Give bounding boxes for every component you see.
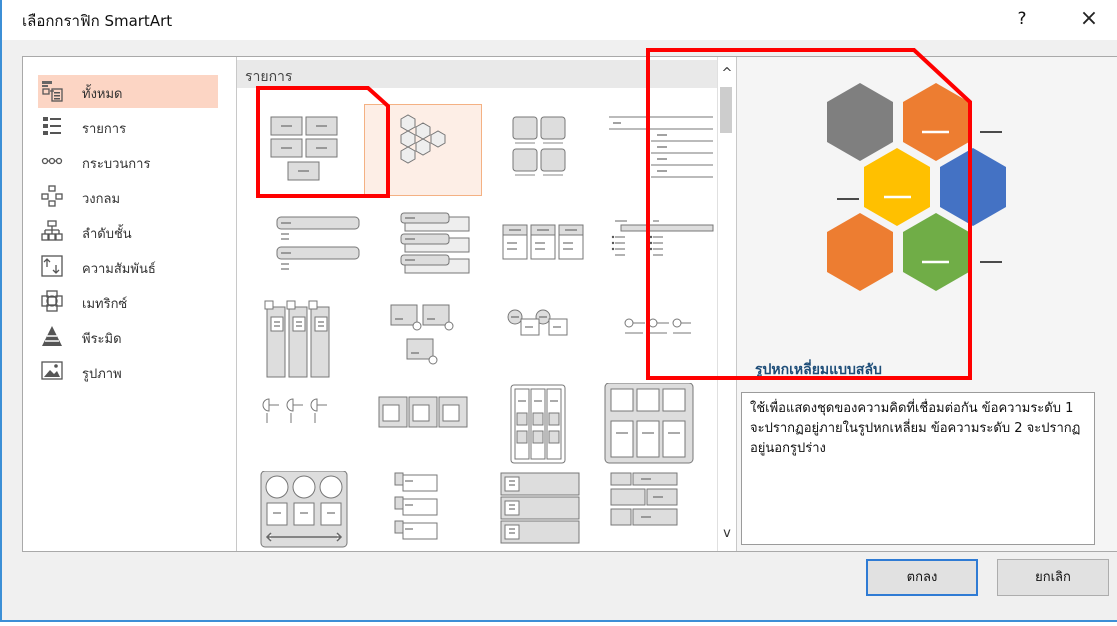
gallery-header-title: รายการ	[245, 69, 293, 85]
layout-tile-vertical-block-list[interactable]	[483, 471, 599, 561]
picture-caption-list-icon	[512, 116, 566, 176]
category-label: รายการ	[82, 122, 127, 137]
layout-gallery: รายการ	[237, 57, 717, 551]
help-button[interactable]: ?	[1010, 5, 1034, 33]
layout-tile-square-accent-list[interactable]	[247, 383, 363, 473]
layout-tile-stacked-list[interactable]	[483, 383, 599, 473]
category-label: วงกลม	[82, 192, 121, 207]
preview-pane: รูปหกเหลี่ยมแบบสลับ ใช้เพื่อแสดงชุดของคว…	[736, 57, 1117, 551]
vertical-bullet-list-icon	[276, 216, 360, 270]
scroll-thumb[interactable]	[720, 87, 732, 133]
category-list: ทั้งหมด รายการ กระบวนการ วงกลม ลำดับชั้น…	[23, 57, 237, 551]
layout-tile-process-arrows-list[interactable]	[247, 471, 363, 561]
hierarchy-list-icon	[611, 220, 714, 256]
category-item-hierarchy[interactable]: ลำดับชั้น	[38, 215, 218, 248]
category-label: ลำดับชั้น	[82, 227, 132, 242]
hierarchy-icon	[41, 220, 63, 241]
layout-tile-picture-accent-process[interactable]	[365, 383, 481, 473]
category-item-list[interactable]: รายการ	[38, 110, 218, 143]
process-arrows-list-icon	[260, 471, 348, 548]
list-icon	[43, 117, 61, 135]
all-icon	[42, 81, 63, 102]
layout-tile-picture-accent-blocks[interactable]	[365, 293, 481, 383]
matrix-icon	[41, 290, 63, 312]
square-accent-list-icon	[262, 398, 327, 423]
layout-tile-table-list[interactable]	[247, 293, 363, 383]
main-panel: ทั้งหมด รายการ กระบวนการ วงกลม ลำดับชั้น…	[22, 56, 1117, 552]
layout-tile-hierarchy-list[interactable]	[601, 203, 717, 293]
basic-block-list-icon	[270, 116, 338, 181]
layout-tile-descending-block-list[interactable]	[601, 293, 717, 383]
category-label: ทั้งหมด	[82, 87, 123, 102]
category-item-all[interactable]: ทั้งหมด	[38, 75, 218, 108]
layout-tile-vertical-box-list[interactable]	[365, 203, 481, 293]
table-list-icon	[264, 300, 330, 378]
alternating-hexagons-icon	[400, 114, 446, 164]
stacked-list-icon	[510, 384, 566, 464]
title-bar: เลือกกราฟิก SmartArt ? ×	[0, 0, 1117, 40]
category-label: เมทริกซ์	[82, 297, 128, 312]
vertical-arrow-list-icon	[394, 472, 438, 540]
grouped-list-icon	[604, 383, 694, 464]
layout-tile-alternating-hexagons[interactable]	[364, 104, 482, 196]
process-icon	[41, 157, 63, 165]
category-label: ความสัมพันธ์	[82, 262, 156, 277]
category-item-cycle[interactable]: วงกลม	[38, 180, 218, 213]
below-window-area	[0, 622, 1117, 626]
horizontal-bullet-list-icon	[502, 224, 584, 260]
category-label: กระบวนการ	[82, 157, 151, 172]
picture-accent-process-icon	[378, 396, 468, 428]
preview-description: ใช้เพื่อแสดงชุดของความคิดที่เชื่อมต่อกัน…	[741, 392, 1095, 545]
layout-tile-lined-list[interactable]	[601, 105, 717, 195]
preview-title: รูปหกเหลี่ยมแบบสลับ	[755, 362, 882, 378]
category-item-process[interactable]: กระบวนการ	[38, 145, 218, 178]
close-button[interactable]: ×	[1074, 5, 1104, 33]
ok-button[interactable]: ตกลง	[866, 559, 978, 596]
vertical-box-list-icon	[400, 212, 470, 274]
layout-tile-vertical-arrow-list[interactable]	[365, 471, 481, 561]
dialog-title: เลือกกราฟิก SmartArt	[22, 12, 173, 30]
trapezoid-list-icon	[507, 309, 568, 336]
layout-tile-basic-block-list[interactable]	[247, 105, 363, 195]
category-item-pyramid[interactable]: พีระมิด	[38, 320, 218, 353]
category-item-relationship[interactable]: ความสัมพันธ์	[38, 250, 218, 283]
picture-icon	[41, 361, 63, 380]
window-left-border	[0, 0, 2, 622]
layout-tile-trapezoid-list[interactable]	[483, 293, 599, 383]
gallery-scrollbar[interactable]: ^ v	[717, 57, 736, 551]
tab-list-icon	[610, 472, 678, 526]
category-label: รูปภาพ	[82, 367, 122, 382]
layout-tile-horizontal-bullet-list[interactable]	[483, 203, 599, 293]
gallery-header: รายการ	[237, 60, 717, 88]
pyramid-icon	[42, 326, 62, 346]
cycle-icon	[41, 185, 63, 207]
category-item-picture[interactable]: รูปภาพ	[38, 355, 218, 388]
category-label: พีระมิด	[82, 332, 122, 347]
cancel-button[interactable]: ยกเลิก	[997, 559, 1109, 596]
layout-tile-vertical-bullet-list[interactable]	[247, 203, 363, 293]
scroll-up-icon[interactable]: ^	[718, 65, 736, 83]
scroll-down-icon[interactable]: v	[718, 525, 736, 543]
preview-graphic	[827, 83, 1006, 291]
lined-list-icon	[609, 116, 713, 178]
alternating-hexagons-preview	[827, 83, 1006, 291]
layout-tile-tab-list[interactable]	[601, 471, 717, 561]
picture-accent-blocks-icon	[390, 304, 454, 365]
relationship-icon	[41, 255, 63, 277]
category-item-matrix[interactable]: เมทริกซ์	[38, 285, 218, 318]
layout-tile-picture-caption-list[interactable]	[483, 105, 599, 195]
layout-tile-grouped-list[interactable]	[601, 383, 717, 473]
smartart-dialog: เลือกกราฟิก SmartArt ? × ทั้งหมด รายการ …	[0, 0, 1117, 626]
vertical-block-list-icon	[500, 472, 580, 544]
descending-block-list-icon	[624, 318, 691, 334]
